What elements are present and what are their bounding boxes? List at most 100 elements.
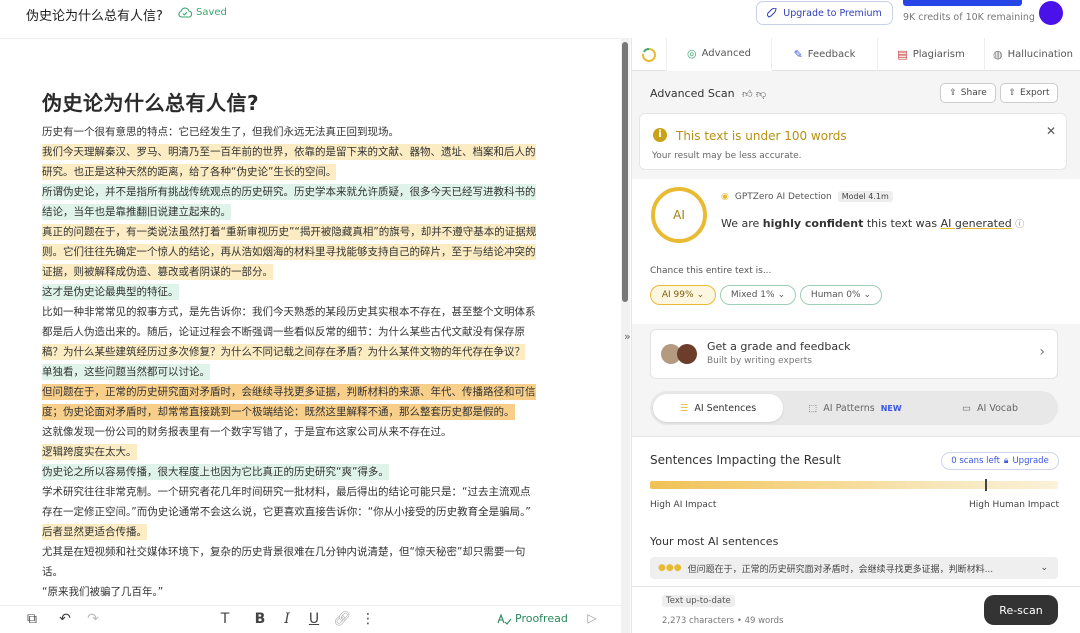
document-body[interactable]: 历史有一个很有意思的特点：它已经发生了，但我们永远无法真正回到现场。 我们今天理解… [42, 122, 570, 604]
document-line-text: 伪史论之所以容易传播，很大程度上也因为它比真正的历史研究“爽”得多。 [42, 464, 389, 480]
subtab-ai-patterns[interactable]: ⬚ AI Patterns NEW [790, 394, 920, 422]
tab-feedback[interactable]: ✎ Feedback [772, 38, 878, 71]
document-line: 证据，则被解释成伪造、篡改或者阴谋的一部分。 [42, 262, 570, 282]
document-line: 存在一定修正空间。”而伪史论通常不会这么说，它更喜欢直接告诉你：“你从小接受的历… [42, 502, 570, 522]
document-line-text: 逻辑跨度实在太大。 [42, 444, 137, 460]
human-percent-pill[interactable]: Human 0% ⌄ [800, 285, 882, 305]
info-circle-icon[interactable]: ⓘ [1015, 220, 1024, 230]
document-line-text: 真正的问题在于，有一类说法虽然打着“重新审视历史”“揭开被隐藏真相”的旗号，却并… [42, 224, 537, 240]
gptzero-logo-icon[interactable] [632, 38, 667, 71]
proofread-label: Proofread [515, 612, 568, 625]
thumbs-up-icon[interactable]: 👍︎ [742, 89, 752, 100]
most-ai-sentence-row[interactable]: ●●● 但问题在于，正常的历史研究面对矛盾时，会继续寻找更多证据，判断材料...… [650, 557, 1058, 579]
document-line: 学术研究往往非常克制。一个研究者花几年时间研究一批材料，最后得出的结论可能只是：… [42, 482, 570, 502]
document-title[interactable]: 伪史论为什么总有人信? [26, 5, 163, 24]
document-line: “西方文明史全是伪造的。” [42, 602, 570, 604]
confident-strong: highly confident [762, 217, 864, 230]
more-options-icon[interactable]: ⋮ [358, 611, 378, 627]
upgrade-premium-label: Upgrade to Premium [783, 7, 882, 19]
document-line-text: “原来我们被骗了几百年。” [42, 586, 164, 598]
share-button[interactable]: ⇪ Share [940, 83, 996, 103]
avatar[interactable] [1039, 1, 1063, 25]
document-line: 伪史论之所以容易传播，很大程度上也因为它比真正的历史研究“爽”得多。 [42, 462, 570, 482]
model-badge: Model 4.1m [837, 191, 893, 202]
share-label: Share [960, 88, 987, 98]
document-line-text: 话。 [42, 566, 63, 578]
export-button[interactable]: ⇧ Export [1000, 83, 1058, 103]
document-line: 话。 [42, 562, 570, 582]
feedback-icon: ✎ [793, 48, 803, 61]
document-line: 度；伪史论面对矛盾时，却常常直接跳到一个极端结论：既然这里解释不通，那么整套历史… [42, 402, 570, 422]
proofread-icon [497, 612, 511, 625]
export-icon: ⇧ [1008, 88, 1017, 98]
info-icon: i [653, 128, 667, 142]
bold-icon[interactable]: B [250, 611, 270, 627]
rescan-button[interactable]: Re-scan [984, 595, 1058, 625]
mixed-percent-label: Mixed 1% [730, 290, 775, 300]
redo-icon[interactable]: ↷ [83, 611, 103, 627]
thumbs-down-icon[interactable]: 👎︎ [756, 89, 766, 100]
document-line-text: 学术研究往往非常克制。一个研究者花几年时间研究一批材料，最后得出的结论可能只是：… [42, 486, 531, 498]
scroll-thumb[interactable] [622, 42, 628, 302]
advanced-icon: ◎ [686, 47, 697, 60]
document-line: 稿？为什么某些建筑经历过多次修复？为什么不同记载之间存在矛盾？为什么某件文物的年… [42, 342, 570, 362]
tab-hallucination[interactable]: ◍ Hallucination [985, 38, 1080, 71]
ai-percent-label: AI 99% [661, 290, 694, 300]
scans-left-label: 0 scans left [951, 456, 1000, 466]
lock-icon: 🔒︎ [1003, 456, 1009, 466]
hallucination-icon: ◍ [992, 48, 1003, 61]
underline-icon[interactable]: U [304, 611, 324, 627]
scans-left-badge[interactable]: 0 scans left 🔒︎ Upgrade [941, 452, 1059, 470]
short-text-warning: i This text is under 100 words Your resu… [639, 113, 1067, 170]
upgrade-premium-button[interactable]: Upgrade to Premium [756, 1, 893, 25]
tab-plagiarism[interactable]: ▤ Plagiarism [878, 38, 985, 71]
rocket-icon [767, 7, 777, 18]
chevron-down-icon: ⌄ [777, 290, 786, 300]
collapse-panel-icon[interactable]: » [624, 330, 631, 343]
impact-marker [984, 479, 987, 491]
tab-hallucination-label: Hallucination [1007, 49, 1074, 60]
link-icon[interactable]: 🔗︎ [332, 611, 352, 627]
chance-label: Chance this entire text is... [650, 266, 772, 276]
proofread-button[interactable]: Proofread [497, 612, 568, 625]
ai-percent-pill[interactable]: AI 99% ⌄ [650, 285, 716, 305]
confidence-statement: We are highly confident this text was AI… [721, 217, 1024, 230]
tab-advanced[interactable]: ◎ Advanced [667, 38, 772, 71]
subtab-ai-vocab-label: AI Vocab [977, 402, 1018, 414]
export-label: Export [1020, 88, 1050, 98]
chevron-right-icon: › [1039, 344, 1045, 360]
italic-icon[interactable]: I [277, 611, 297, 627]
grade-title: Get a grade and feedback [707, 340, 851, 353]
grade-feedback-card[interactable]: Get a grade and feedback Built by writin… [650, 329, 1058, 379]
close-icon[interactable]: ✕ [1046, 124, 1056, 138]
most-ai-sentence: 但问题在于，正常的历史研究面对矛盾时，会继续寻找更多证据，判断材料... [687, 564, 994, 575]
text-style-icon[interactable]: T [215, 611, 235, 627]
pattern-icon: ⬚ [808, 402, 818, 414]
mixed-percent-pill[interactable]: Mixed 1% ⌄ [720, 285, 796, 305]
document-line-text: 但问题在于，正常的历史研究面对矛盾时，会继续寻找更多证据，判断材料的来源、年代、… [42, 384, 536, 400]
document-line: 但问题在于，正常的历史研究面对矛盾时，会继续寻找更多证据，判断材料的来源、年代、… [42, 382, 570, 402]
new-badge: NEW [880, 403, 902, 413]
subtab-ai-sentences-label: AI Sentences [694, 402, 757, 414]
expert-avatar-2 [677, 344, 697, 364]
play-icon[interactable]: ▷ [582, 611, 602, 625]
share-icon: ⇪ [949, 88, 957, 98]
text-counts: 2,273 characters • 49 words [662, 616, 784, 626]
undo-icon[interactable]: ↶ [55, 611, 75, 627]
warning-title: This text is under 100 words [676, 129, 847, 143]
subtab-ai-sentences[interactable]: ☰ AI Sentences [653, 394, 783, 422]
credits-remaining: 9K credits of 10K remaining [903, 12, 1035, 23]
editor-toolbar: ⧉ ↶ ↷ T B I U 🔗︎ ⋮ Proofread ▷ [0, 605, 621, 633]
document-line: 逻辑跨度实在太大。 [42, 442, 570, 462]
credits-progress-bar [903, 0, 1022, 6]
detection-result: AI ◉ GPTZero AI Detection Model 4.1m We … [632, 179, 1080, 324]
subtab-ai-vocab[interactable]: ▭ AI Vocab [925, 394, 1055, 422]
document-line: 真正的问题在于，有一类说法虽然打着“重新审视历史”“揭开被隐藏真相”的旗号，却并… [42, 222, 570, 242]
confident-mid: this text was [863, 217, 941, 230]
impact-bar [650, 479, 1058, 491]
document-line-text: 研究。也正是这种天然的距离，给了各种“伪史论”生长的空间。 [42, 164, 337, 180]
copy-icon[interactable]: ⧉ [22, 611, 42, 627]
chevron-down-icon: ⌄ [696, 290, 705, 300]
document-editor[interactable]: 伪史论为什么总有人信? 历史有一个很有意思的特点：它已经发生了，但我们永远无法真… [0, 38, 621, 604]
scan-title-text: Advanced Scan [650, 87, 735, 100]
